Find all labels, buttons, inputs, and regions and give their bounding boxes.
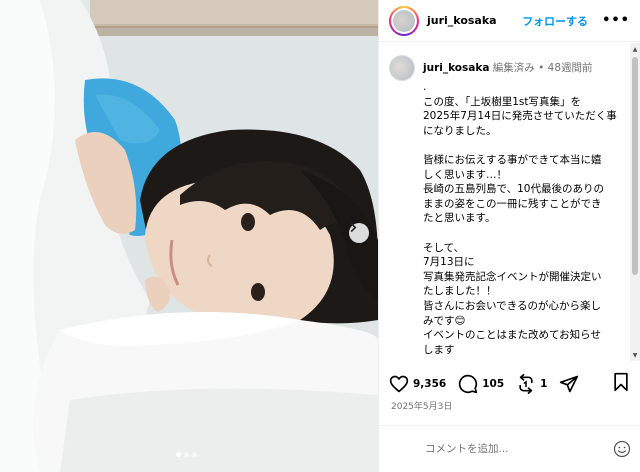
- header-username[interactable]: juri_kosaka: [427, 14, 497, 27]
- post-time-ago[interactable]: 48週間前: [548, 62, 593, 74]
- like-count[interactable]: 9,356: [413, 378, 446, 390]
- caption-meta: juri_kosaka 編集済み • 48週間前: [423, 61, 593, 75]
- carousel-next-button[interactable]: [349, 223, 369, 243]
- caption-scrollbar[interactable]: ▲ ▼: [630, 43, 640, 361]
- comment-button[interactable]: 105: [458, 374, 504, 394]
- more-options-icon[interactable]: •••: [602, 13, 630, 28]
- follow-button[interactable]: フォローする: [522, 13, 588, 29]
- scroll-thumb[interactable]: [632, 57, 638, 275]
- caption-text: . この度、「上坂樹里1st写真集」を 2025年7月14日に発売させていただく…: [423, 81, 617, 356]
- photo-illustration: [0, 0, 378, 472]
- bookmark-icon: [614, 372, 628, 392]
- repost-icon: [519, 374, 533, 394]
- comment-input[interactable]: [425, 443, 613, 455]
- like-button[interactable]: 9,356: [389, 374, 446, 394]
- carousel-indicator: [176, 452, 197, 457]
- carousel-dot: [176, 452, 181, 457]
- save-button[interactable]: [612, 372, 630, 396]
- share-button[interactable]: [559, 374, 579, 394]
- heart-icon: [389, 375, 409, 393]
- separator-dot: •: [538, 62, 545, 74]
- action-bar: 9,356 105 1: [389, 372, 630, 396]
- chevron-right-icon: [350, 223, 357, 232]
- post-panel: juri_kosaka フォローする ••• juri_kosaka 編集済み …: [378, 0, 640, 472]
- caption-avatar[interactable]: [389, 55, 415, 81]
- scroll-down-icon[interactable]: ▼: [631, 351, 639, 359]
- smiley-icon[interactable]: [613, 440, 631, 458]
- caption-header: juri_kosaka 編集済み • 48週間前: [389, 55, 627, 81]
- scroll-up-icon[interactable]: ▲: [631, 45, 639, 53]
- comment-icon: [459, 374, 478, 394]
- carousel-dot: [192, 452, 197, 457]
- post-photo[interactable]: [0, 0, 378, 472]
- caption-area: juri_kosaka 編集済み • 48週間前 . この度、「上坂樹里1st写…: [379, 43, 640, 361]
- post-date[interactable]: 2025年5月3日: [391, 399, 452, 412]
- avatar[interactable]: [389, 5, 419, 36]
- comment-bar: [379, 425, 640, 472]
- repost-count[interactable]: 1: [540, 378, 547, 390]
- send-icon: [560, 375, 579, 393]
- caption-username[interactable]: juri_kosaka: [423, 62, 489, 74]
- repost-button[interactable]: 1: [516, 374, 547, 394]
- post-header: juri_kosaka フォローする •••: [379, 0, 640, 42]
- edited-label: 編集済み: [492, 62, 535, 74]
- comment-count[interactable]: 105: [482, 378, 504, 390]
- carousel-dot: [184, 452, 189, 457]
